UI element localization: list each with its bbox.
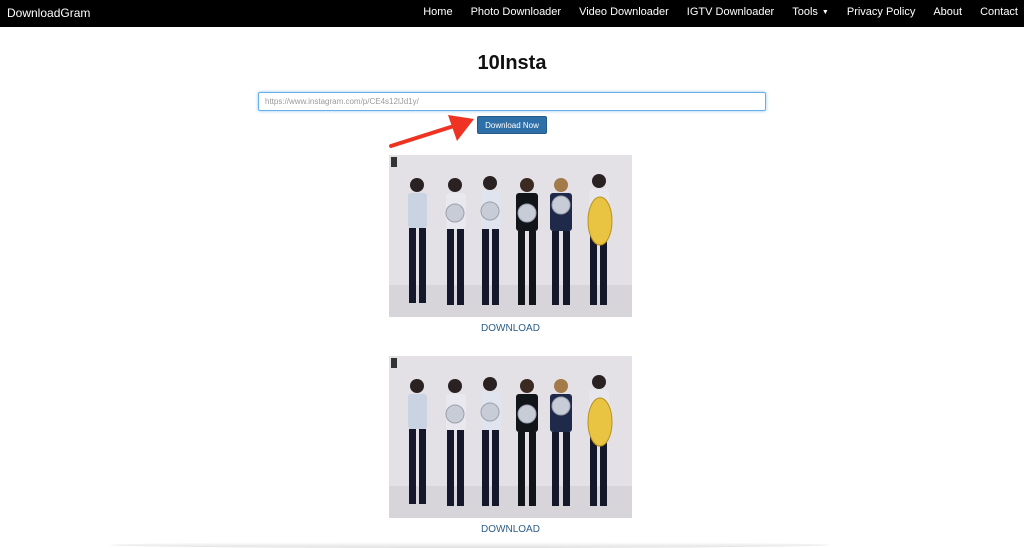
instagram-url-input[interactable] xyxy=(258,92,766,111)
nav-video-downloader[interactable]: Video Downloader xyxy=(579,6,669,18)
nav-privacy-policy[interactable]: Privacy Policy xyxy=(847,6,915,18)
nav-tools-label: Tools xyxy=(792,6,818,18)
nav-tools-dropdown[interactable]: Tools ▼ xyxy=(792,6,829,18)
brand-logo-link[interactable]: DownloadGram xyxy=(7,6,90,20)
nav-igtv-downloader[interactable]: IGTV Downloader xyxy=(687,6,774,18)
nav-home[interactable]: Home xyxy=(423,6,452,18)
photo-watermark-icon xyxy=(391,358,397,368)
nav-contact[interactable]: Contact xyxy=(980,6,1018,18)
top-navbar: DownloadGram Home Photo Downloader Video… xyxy=(0,0,1024,27)
page-bottom-shadow xyxy=(110,542,830,548)
download-now-button[interactable]: Download Now xyxy=(477,116,547,134)
photo-watermark-icon xyxy=(391,157,397,167)
group-photo-image xyxy=(389,356,632,518)
nav-menu: Home Photo Downloader Video Downloader I… xyxy=(405,6,1018,18)
group-photo-image xyxy=(389,155,632,317)
nav-photo-downloader[interactable]: Photo Downloader xyxy=(471,6,562,18)
caret-down-icon: ▼ xyxy=(821,8,829,16)
nav-about[interactable]: About xyxy=(933,6,962,18)
red-arrow-annotation-icon xyxy=(389,115,474,148)
post-image xyxy=(389,356,632,518)
download-link[interactable]: DOWNLOAD xyxy=(389,524,632,535)
download-link[interactable]: DOWNLOAD xyxy=(389,323,632,334)
page-title: 10Insta xyxy=(477,52,547,74)
post-image xyxy=(389,155,632,317)
